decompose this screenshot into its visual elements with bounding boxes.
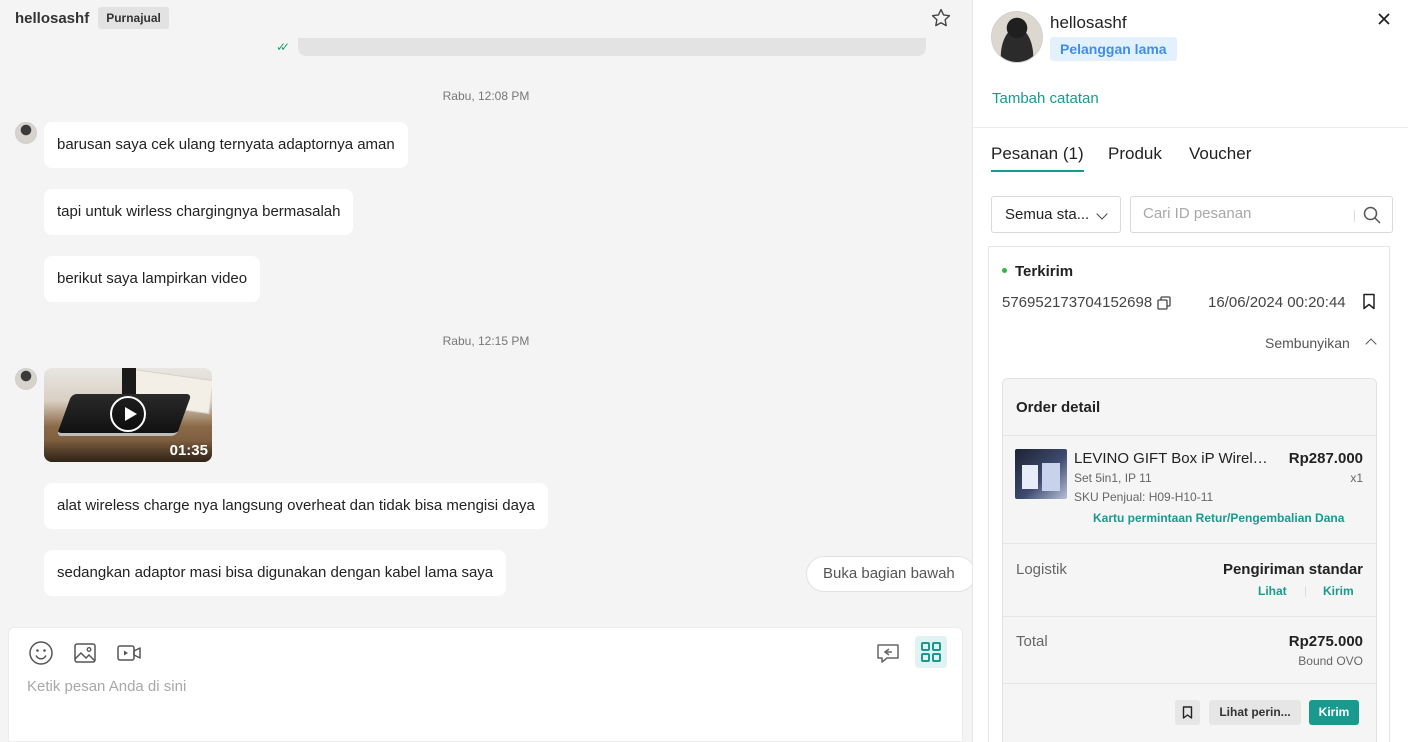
chat-pane: hellosashf Purnajual ✓✓ Rabu, 12:08 PM b… [0, 0, 976, 742]
total-value: Rp275.000 [1288, 633, 1363, 650]
message-bubble: barusan saya cek ulang ternyata adaptorn… [44, 122, 408, 168]
tab-vouchers[interactable]: Voucher [1189, 144, 1251, 164]
order-search-field [1130, 196, 1393, 233]
order-status-select[interactable]: Semua sta... [991, 196, 1121, 233]
product-thumbnail[interactable] [1015, 449, 1067, 499]
message-input[interactable] [27, 678, 927, 695]
video-icon[interactable] [116, 640, 142, 666]
bookmark-icon[interactable] [1362, 293, 1376, 310]
divider [1003, 435, 1376, 436]
divider [1003, 543, 1376, 544]
view-details-button[interactable]: Lihat perin... [1209, 700, 1301, 725]
logistics-value: Pengiriman standar [1222, 561, 1363, 578]
star-icon[interactable] [930, 7, 952, 29]
return-request-link[interactable]: Kartu permintaan Retur/Pengembalian Dana [1093, 511, 1344, 525]
buyer-type-badge: Purnajual [98, 7, 169, 29]
previous-message-bubble [298, 38, 926, 56]
logistics-send-link[interactable]: Kirim [1323, 584, 1354, 598]
image-icon[interactable] [72, 640, 98, 666]
add-note-link[interactable]: Tambah catatan [992, 90, 1099, 107]
grid-button[interactable] [915, 636, 947, 668]
order-search-input[interactable] [1143, 205, 1353, 222]
divider [973, 127, 1408, 128]
message-bubble: sedangkan adaptor masi bisa digunakan de… [44, 550, 507, 596]
message-bubble: tapi untuk wirless chargingnya bermasala… [44, 189, 354, 235]
logistics-label: Logistik [1016, 561, 1067, 578]
emoji-icon[interactable] [28, 640, 54, 666]
divider [1003, 683, 1376, 684]
search-divider [1354, 210, 1355, 222]
product-sku: SKU Penjual: H09-H10-11 [1074, 490, 1214, 504]
copy-icon[interactable] [1156, 295, 1172, 311]
order-id: 576952173704152698 [1002, 294, 1153, 311]
order-card: Terkirim 576952173704152698 16/06/2024 0… [988, 246, 1390, 742]
video-thumbnail-cable [122, 368, 136, 394]
message-timestamp: Rabu, 12:15 PM [442, 334, 530, 348]
payment-method: Bound OVO [1298, 654, 1363, 668]
chat-header: hellosashf Purnajual [0, 0, 972, 36]
customer-panel: hellosashf Pelanggan lama Tambah catatan… [972, 0, 1408, 742]
bookmark-icon [1182, 706, 1193, 719]
customer-name: hellosashf [1050, 13, 1127, 32]
divider [1003, 616, 1376, 617]
customer-type-badge: Pelanggan lama [1050, 37, 1177, 61]
message-bubble: berikut saya lampirkan video [44, 256, 261, 302]
jump-to-bottom-button[interactable]: Buka bagian bawah [806, 556, 976, 592]
product-name[interactable]: LEVINO GIFT Box iP Wireless Charger [1074, 450, 1270, 467]
hide-details-button[interactable]: Sembunyikan [1265, 335, 1350, 351]
tab-orders[interactable]: Pesanan (1) [991, 144, 1084, 172]
message-bubble: alat wireless charge nya langsung overhe… [44, 483, 548, 529]
chat-username[interactable]: hellosashf [15, 10, 89, 27]
grid-icon [921, 642, 941, 662]
order-date: 16/06/2024 00:20:44 [1208, 294, 1346, 311]
video-message[interactable]: 01:35 [44, 368, 212, 462]
close-icon[interactable] [1375, 10, 1393, 28]
order-status: Terkirim [1015, 263, 1074, 280]
order-status-select-value: Semua sta... [1005, 206, 1090, 223]
message-composer [8, 627, 963, 742]
chevron-down-icon [1096, 208, 1108, 220]
order-detail-box: Order detail LEVINO GIFT Box iP Wireless… [1002, 378, 1377, 742]
logistics-view-link[interactable]: Lihat [1258, 584, 1287, 598]
tab-products[interactable]: Produk [1108, 144, 1162, 164]
sender-avatar [15, 122, 37, 144]
customer-avatar [991, 11, 1043, 63]
product-price: Rp287.000 [1288, 450, 1363, 467]
play-icon[interactable] [110, 396, 146, 432]
link-divider [1305, 586, 1306, 597]
message-timestamp: Rabu, 12:08 PM [442, 89, 530, 103]
send-order-button[interactable]: Kirim [1309, 700, 1359, 725]
quick-reply-icon[interactable] [875, 640, 901, 666]
product-image-box [1022, 465, 1038, 489]
search-icon[interactable] [1362, 205, 1382, 225]
video-duration: 01:35 [169, 442, 208, 459]
product-quantity: x1 [1350, 471, 1363, 485]
status-dot [1002, 268, 1007, 273]
chevron-up-icon[interactable] [1365, 338, 1377, 350]
read-receipt-icon: ✓✓ [276, 40, 290, 54]
order-detail-title: Order detail [1016, 399, 1101, 416]
sender-avatar [15, 368, 37, 390]
product-image-box [1042, 463, 1060, 491]
product-variant: Set 5in1, IP 11 [1074, 471, 1152, 485]
total-label: Total [1016, 633, 1048, 650]
bookmark-button[interactable] [1175, 700, 1200, 725]
